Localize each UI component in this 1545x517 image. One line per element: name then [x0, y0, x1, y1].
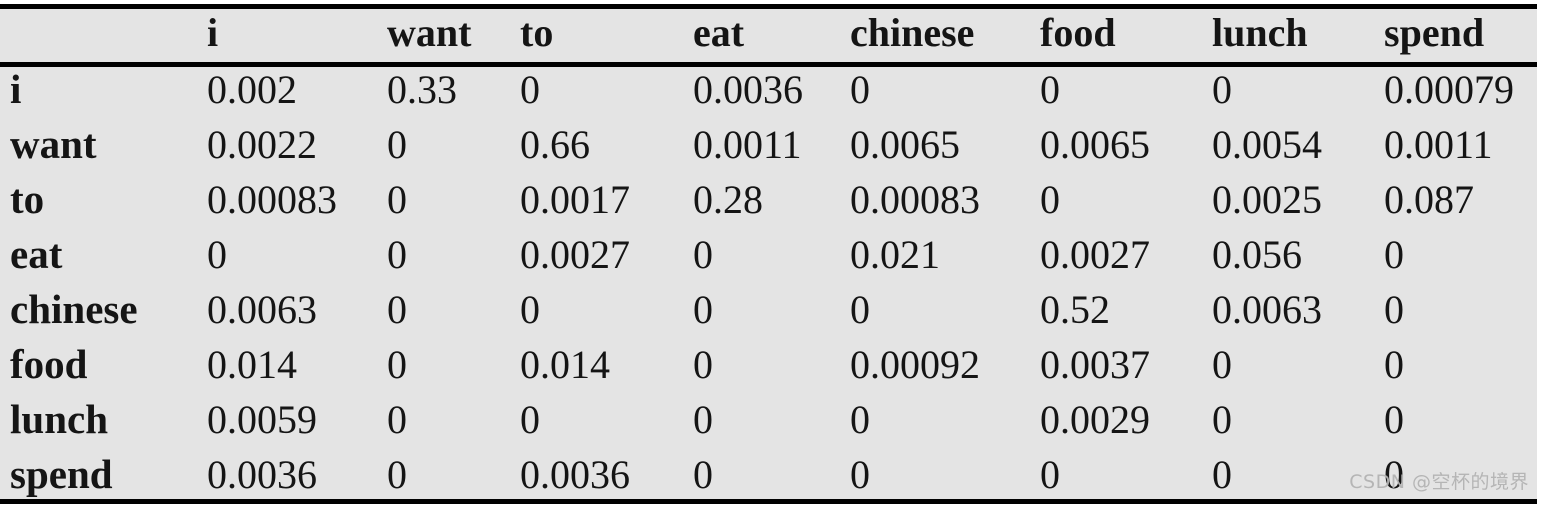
cell-want-eat: 0.0011	[693, 121, 802, 167]
cell-i-spend: 0.00079	[1384, 66, 1514, 112]
cell-lunch-eat: 0	[693, 396, 713, 442]
cell-eat-chinese: 0.021	[850, 231, 940, 277]
cell-i-lunch: 0	[1212, 66, 1232, 112]
cell-eat-spend: 0	[1384, 231, 1404, 277]
cell-to-eat: 0.28	[693, 176, 763, 222]
cell-i-food: 0	[1040, 66, 1060, 112]
cell-want-want: 0	[387, 121, 407, 167]
cell-food-want: 0	[387, 341, 407, 387]
cell-chinese-i: 0.0063	[207, 286, 317, 332]
table-corner-cell	[0, 4, 207, 62]
cell-chinese-lunch: 0.0063	[1212, 286, 1322, 332]
column-header-spend: spend	[1384, 10, 1485, 55]
cell-want-spend: 0.0011	[1384, 121, 1493, 167]
cell-food-food: 0.0037	[1040, 341, 1150, 387]
cell-eat-want: 0	[387, 231, 407, 277]
row-label-i: i	[10, 66, 22, 112]
cell-lunch-i: 0.0059	[207, 396, 317, 442]
cell-spend-lunch: 0	[1212, 451, 1232, 497]
row-label-spend: spend	[10, 451, 113, 497]
cell-lunch-food: 0.0029	[1040, 396, 1150, 442]
table-grid: i want to eat chinese food lunch spend i…	[0, 4, 1537, 502]
cell-lunch-to: 0	[520, 396, 540, 442]
cell-chinese-to: 0	[520, 286, 540, 332]
cell-eat-i: 0	[207, 231, 227, 277]
cell-want-to: 0.66	[520, 121, 590, 167]
cell-to-spend: 0.087	[1384, 176, 1474, 222]
cell-lunch-chinese: 0	[850, 396, 870, 442]
row-label-want: want	[10, 121, 97, 167]
cell-chinese-spend: 0	[1384, 286, 1404, 332]
cell-eat-lunch: 0.056	[1212, 231, 1302, 277]
row-label-to: to	[10, 176, 45, 222]
cell-food-chinese: 0.00092	[850, 341, 980, 387]
cell-spend-chinese: 0	[850, 451, 870, 497]
cell-spend-to: 0.0036	[520, 451, 630, 497]
cell-spend-i: 0.0036	[207, 451, 317, 497]
cell-chinese-food: 0.52	[1040, 286, 1110, 332]
cell-chinese-eat: 0	[693, 286, 713, 332]
row-label-eat: eat	[10, 231, 63, 277]
column-header-food: food	[1040, 10, 1116, 55]
table-row: lunch 0.0059 0 0 0 0 0.0029 0 0	[0, 392, 1537, 447]
column-header-want: want	[387, 10, 472, 55]
cell-to-want: 0	[387, 176, 407, 222]
column-header-eat: eat	[693, 10, 745, 55]
table-row: want 0.0022 0 0.66 0.0011 0.0065 0.0065 …	[0, 117, 1537, 172]
cell-lunch-lunch: 0	[1212, 396, 1232, 442]
cell-i-to: 0	[520, 66, 540, 112]
cell-lunch-spend: 0	[1384, 396, 1404, 442]
cell-to-i: 0.00083	[207, 176, 337, 222]
cell-spend-eat: 0	[693, 451, 713, 497]
table-row: i 0.002 0.33 0 0.0036 0 0 0 0.00079	[0, 62, 1537, 117]
cell-i-i: 0.002	[207, 66, 297, 112]
cell-food-to: 0.014	[520, 341, 610, 387]
cell-want-food: 0.0065	[1040, 121, 1150, 167]
row-label-lunch: lunch	[10, 396, 108, 442]
bigram-probability-table-figure: i want to eat chinese food lunch spend i…	[0, 0, 1545, 517]
cell-spend-spend: 0	[1384, 451, 1404, 497]
cell-food-spend: 0	[1384, 341, 1404, 387]
table-row: spend 0.0036 0 0.0036 0 0 0 0 0	[0, 447, 1537, 502]
cell-i-want: 0.33	[387, 66, 457, 112]
table-header: i want to eat chinese food lunch spend	[0, 4, 1537, 62]
cell-to-to: 0.0017	[520, 176, 630, 222]
column-header-lunch: lunch	[1212, 10, 1308, 55]
cell-to-food: 0	[1040, 176, 1060, 222]
cell-i-eat: 0.0036	[693, 66, 803, 112]
cell-food-eat: 0	[693, 341, 713, 387]
table-header-row: i want to eat chinese food lunch spend	[0, 4, 1537, 62]
cell-eat-food: 0.0027	[1040, 231, 1150, 277]
row-label-food: food	[10, 341, 88, 387]
cell-chinese-chinese: 0	[850, 286, 870, 332]
cell-to-lunch: 0.0025	[1212, 176, 1322, 222]
table-row: chinese 0.0063 0 0 0 0 0.52 0.0063 0	[0, 282, 1537, 337]
cell-eat-eat: 0	[693, 231, 713, 277]
cell-food-i: 0.014	[207, 341, 297, 387]
bigram-table: i want to eat chinese food lunch spend i…	[0, 4, 1537, 504]
cell-want-i: 0.0022	[207, 121, 317, 167]
table-row: to 0.00083 0 0.0017 0.28 0.00083 0 0.002…	[0, 172, 1537, 227]
table-row: food 0.014 0 0.014 0 0.00092 0.0037 0 0	[0, 337, 1537, 392]
cell-chinese-want: 0	[387, 286, 407, 332]
table-row: eat 0 0 0.0027 0 0.021 0.0027 0.056 0	[0, 227, 1537, 282]
cell-lunch-want: 0	[387, 396, 407, 442]
cell-eat-to: 0.0027	[520, 231, 630, 277]
cell-to-chinese: 0.00083	[850, 176, 980, 222]
cell-food-lunch: 0	[1212, 341, 1232, 387]
column-header-to: to	[520, 10, 554, 55]
cell-want-chinese: 0.0065	[850, 121, 960, 167]
table-body: i 0.002 0.33 0 0.0036 0 0 0 0.00079 want…	[0, 62, 1537, 502]
cell-spend-want: 0	[387, 451, 407, 497]
column-header-chinese: chinese	[850, 10, 975, 55]
column-header-i: i	[207, 10, 219, 55]
cell-want-lunch: 0.0054	[1212, 121, 1322, 167]
row-label-chinese: chinese	[10, 286, 138, 332]
cell-i-chinese: 0	[850, 66, 870, 112]
cell-spend-food: 0	[1040, 451, 1060, 497]
